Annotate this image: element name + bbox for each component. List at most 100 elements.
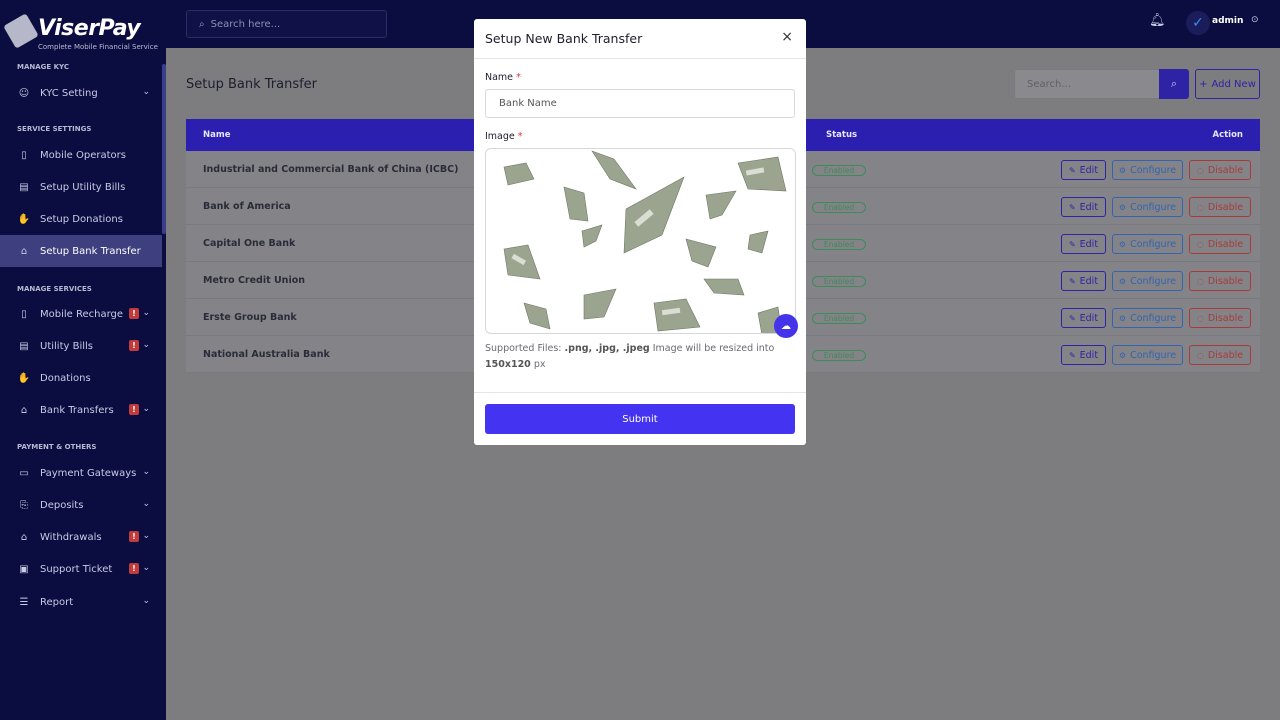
disable-label: Disable: [1207, 349, 1244, 361]
configure-label: Configure: [1130, 164, 1177, 176]
eye-off-icon: ◌: [1196, 165, 1204, 175]
sidebar-item-support-ticket[interactable]: ▣ Support Ticket! ⌄: [0, 553, 162, 585]
pencil-icon: ✎: [1068, 276, 1076, 286]
disable-button[interactable]: ◌ Disable: [1189, 160, 1251, 180]
configure-label: Configure: [1130, 275, 1177, 287]
table-search-input[interactable]: [1027, 78, 1147, 90]
sidebar-item-label: Utility Bills: [40, 340, 93, 352]
brand-name: ViserPay: [38, 16, 141, 41]
configure-button[interactable]: ⚙ Configure: [1112, 345, 1183, 365]
edit-button[interactable]: ✎ Edit: [1061, 271, 1106, 291]
sidebar-item-label: Support Ticket: [40, 563, 113, 575]
admin-username[interactable]: admin: [1212, 16, 1243, 26]
sidebar-item-label: Mobile Recharge: [40, 308, 124, 320]
table-search-button[interactable]: ⌕: [1159, 69, 1189, 99]
edit-button[interactable]: ✎ Edit: [1061, 345, 1106, 365]
sidebar-item-label: Report: [40, 596, 74, 608]
add-new-label: Add New: [1211, 78, 1256, 90]
add-new-button[interactable]: + Add New: [1195, 69, 1260, 99]
disable-button[interactable]: ◌ Disable: [1189, 234, 1251, 254]
edit-button[interactable]: ✎ Edit: [1061, 197, 1106, 217]
sidebar-item-mobile-recharge[interactable]: ▯ Mobile Recharge! ⌄: [0, 298, 162, 330]
receipt-icon: ▤: [19, 181, 29, 193]
support-size: 150x120: [485, 359, 531, 370]
close-icon[interactable]: ×: [781, 29, 793, 45]
divider: [474, 392, 806, 393]
sidebar-item-mobile-operators[interactable]: ▯ Mobile Operators: [0, 139, 162, 171]
configure-label: Configure: [1130, 201, 1177, 213]
bank-name: Capital One Bank: [203, 238, 296, 249]
configure-label: Configure: [1130, 312, 1177, 324]
status-badge: Enabled: [812, 239, 866, 250]
disable-label: Disable: [1207, 275, 1244, 287]
sidebar-item-label: Withdrawals: [40, 531, 102, 543]
pencil-icon: ✎: [1068, 313, 1076, 323]
edit-label: Edit: [1079, 238, 1099, 250]
pencil-icon: ✎: [1068, 202, 1076, 212]
bank-icon: ⌂: [20, 531, 28, 543]
sidebar-item-utility-bills[interactable]: ▤ Utility Bills! ⌄: [0, 330, 162, 362]
search-icon: ⌕: [1170, 77, 1178, 90]
eye-off-icon: ◌: [1196, 313, 1204, 323]
bank-name: National Australia Bank: [203, 349, 330, 360]
global-search-input[interactable]: [210, 18, 361, 30]
disable-label: Disable: [1207, 312, 1244, 324]
chevron-down-icon: ⌄: [142, 467, 150, 477]
sidebar-item-label: Mobile Operators: [40, 149, 126, 161]
bank-name-input[interactable]: [485, 89, 795, 118]
disable-button[interactable]: ◌ Disable: [1189, 345, 1251, 365]
status-badge: Enabled: [812, 165, 866, 176]
flying-money-image: [503, 150, 787, 333]
configure-button[interactable]: ⚙ Configure: [1112, 160, 1183, 180]
credit-card-icon: ▭: [19, 467, 29, 479]
sidebar-item-label: Donations: [40, 372, 91, 384]
image-label-text: Image: [485, 131, 515, 142]
sidebar-section-title: MANAGE KYC: [17, 63, 70, 71]
chevron-down-icon[interactable]: ⊙: [1251, 15, 1259, 25]
sidebar-item-bank-transfers[interactable]: ⌂ Bank Transfers! ⌄: [0, 394, 162, 426]
cog-icon: ⚙: [1118, 239, 1127, 249]
brand-logo[interactable]: ViserPay Complete Mobile Financial Servi…: [0, 0, 166, 56]
configure-button[interactable]: ⚙ Configure: [1112, 197, 1183, 217]
admin-avatar[interactable]: ✓: [1186, 11, 1210, 35]
image-preview[interactable]: [485, 148, 796, 334]
cog-icon: ⚙: [1118, 276, 1127, 286]
global-search[interactable]: ⌕: [186, 10, 387, 38]
sidebar-item-deposits[interactable]: ⎘ Deposits ⌄: [0, 489, 162, 521]
notification-bell-icon[interactable]: 🔔︎: [1149, 13, 1166, 28]
sidebar-item-payment-gateways[interactable]: ▭ Payment Gateways ⌄: [0, 457, 162, 489]
edit-button[interactable]: ✎ Edit: [1061, 308, 1106, 328]
chevron-down-icon: ⌄: [142, 563, 150, 573]
sidebar-item-donations[interactable]: ✋ Donations: [0, 362, 162, 394]
chevron-down-icon: ⌄: [142, 308, 150, 318]
status-badge: Enabled: [812, 350, 866, 361]
sidebar-item-setup-bank-transfer[interactable]: ⌂ Setup Bank Transfer: [0, 235, 162, 267]
cog-icon: ⚙: [1118, 313, 1127, 323]
sidebar-item-setup-utility-bills[interactable]: ▤ Setup Utility Bills: [0, 171, 162, 203]
supported-files-note: Supported Files: .png, .jpg, .jpeg Image…: [485, 341, 799, 373]
pencil-icon: ✎: [1068, 350, 1076, 360]
sidebar-item-kyc-setting[interactable]: ☺ KYC Setting ⌄: [0, 77, 162, 109]
support-suffix: px: [530, 359, 546, 370]
disable-button[interactable]: ◌ Disable: [1189, 271, 1251, 291]
ticket-icon: ▣: [19, 563, 29, 575]
edit-button[interactable]: ✎ Edit: [1061, 160, 1106, 180]
edit-label: Edit: [1079, 312, 1099, 324]
submit-button[interactable]: Submit: [485, 404, 795, 434]
sidebar-item-setup-donations[interactable]: ✋ Setup Donations: [0, 203, 162, 235]
table-search[interactable]: [1014, 69, 1160, 99]
sidebar-item-report[interactable]: ☰ Report ⌄: [0, 586, 162, 618]
configure-button[interactable]: ⚙ Configure: [1112, 234, 1183, 254]
configure-button[interactable]: ⚙ Configure: [1112, 271, 1183, 291]
disable-button[interactable]: ◌ Disable: [1189, 197, 1251, 217]
status-badge: Enabled: [812, 202, 866, 213]
upload-cloud-icon[interactable]: ☁: [774, 314, 798, 338]
configure-button[interactable]: ⚙ Configure: [1112, 308, 1183, 328]
disable-label: Disable: [1207, 238, 1244, 250]
chevron-down-icon: ⌄: [142, 499, 150, 509]
warning-icon: !: [129, 340, 139, 351]
disable-button[interactable]: ◌ Disable: [1189, 308, 1251, 328]
eye-off-icon: ◌: [1196, 276, 1204, 286]
edit-button[interactable]: ✎ Edit: [1061, 234, 1106, 254]
sidebar-item-withdrawals[interactable]: ⌂ Withdrawals! ⌄: [0, 521, 162, 553]
